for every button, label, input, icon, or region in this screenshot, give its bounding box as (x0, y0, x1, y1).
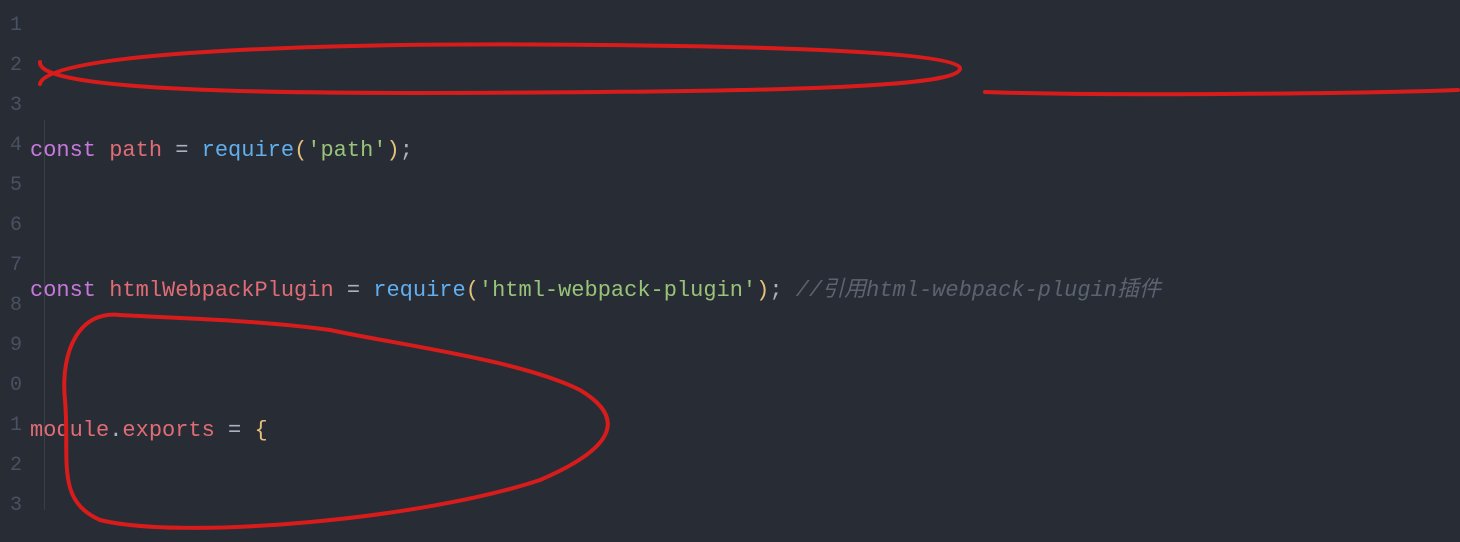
line-number: 2 (0, 446, 22, 486)
code-line[interactable]: const htmlWebpackPlugin = require('html-… (30, 271, 1460, 311)
indent-guide (44, 120, 45, 510)
token-comment: //引用html-webpack-plugin插件 (796, 278, 1161, 303)
code-line[interactable]: module.exports = { (30, 411, 1460, 451)
line-number: 1 (0, 406, 22, 446)
code-line[interactable]: const path = require('path'); (30, 131, 1460, 171)
token-variable: module (30, 418, 109, 443)
line-number: 4 (0, 126, 22, 166)
token-function: require (373, 278, 465, 303)
line-number: 3 (0, 486, 22, 526)
line-number: 0 (0, 366, 22, 406)
line-number: 9 (0, 326, 22, 366)
token-variable: htmlWebpackPlugin (109, 278, 333, 303)
token-keyword: const (30, 278, 96, 303)
token-string: 'path' (307, 138, 386, 163)
token-operator: = (175, 138, 188, 163)
token-keyword: const (30, 138, 96, 163)
line-number: 6 (0, 206, 22, 246)
line-number: 1 (0, 6, 22, 46)
token-function: require (202, 138, 294, 163)
line-number: 5 (0, 166, 22, 206)
line-number: 3 (0, 86, 22, 126)
token-string: 'html-webpack-plugin' (479, 278, 756, 303)
token-property: exports (122, 418, 214, 443)
line-number: 8 (0, 286, 22, 326)
line-number: 7 (0, 246, 22, 286)
token-variable: path (109, 138, 162, 163)
line-number-gutter: 1 2 3 4 5 6 7 8 9 0 1 2 3 (0, 0, 30, 542)
line-number: 2 (0, 46, 22, 86)
code-editor[interactable]: const path = require('path'); const html… (30, 0, 1460, 542)
